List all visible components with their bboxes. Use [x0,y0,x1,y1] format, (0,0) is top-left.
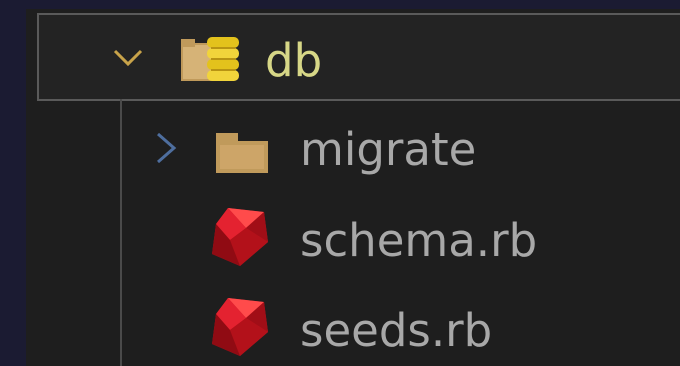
ruby-icon [210,206,270,272]
file-explorer: db migrate schema.rb seeds.rb [26,9,680,366]
tree-item-label: db [265,34,323,87]
chevron-right-icon[interactable] [148,131,182,165]
tree-item-seeds-file[interactable]: seeds.rb [26,282,680,366]
tree-item-label: seeds.rb [300,304,493,357]
chevron-down-icon[interactable] [111,41,145,75]
tree-item-schema-file[interactable]: schema.rb [26,194,680,282]
tree-item-db-folder[interactable]: db [37,13,680,101]
tree-item-label: migrate [300,123,477,176]
tree-item-migrate-folder[interactable]: migrate [26,105,680,193]
folder-icon [214,131,270,179]
database-folder-icon [181,33,243,89]
ruby-icon [210,296,270,362]
tree-item-label: schema.rb [300,214,538,267]
